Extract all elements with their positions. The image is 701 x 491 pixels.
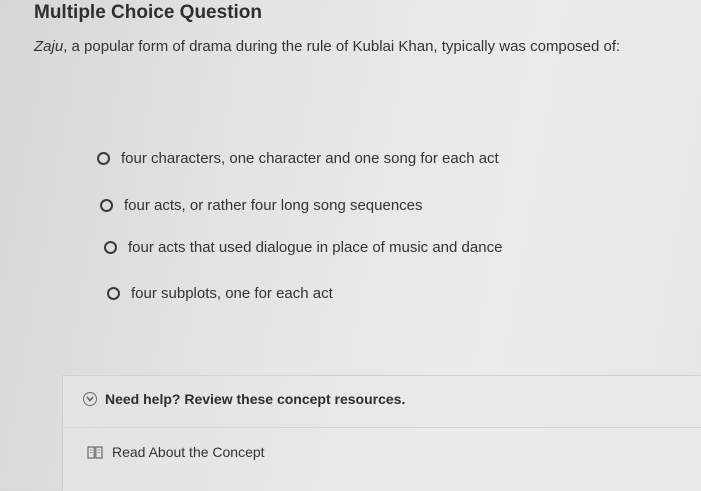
answer-option-1[interactable]: four characters, one character and one s… [97, 150, 499, 167]
radio-button[interactable] [100, 199, 113, 212]
answer-options: four characters, one character and one s… [0, 0, 701, 320]
radio-button[interactable] [97, 152, 110, 165]
radio-button[interactable] [104, 241, 117, 254]
divider [63, 427, 701, 428]
answer-option-4[interactable]: four subplots, one for each act [107, 285, 333, 302]
answer-option-label: four acts that used dialogue in place of… [128, 239, 503, 256]
answer-option-2[interactable]: four acts, or rather four long song sequ… [100, 197, 423, 214]
resource-label: Read About the Concept [112, 444, 265, 460]
help-title: Need help? Review these concept resource… [105, 391, 406, 407]
answer-option-label: four acts, or rather four long song sequ… [124, 197, 423, 214]
help-panel: Need help? Review these concept resource… [62, 375, 701, 491]
read-concept-link[interactable]: Read About the Concept [87, 444, 265, 460]
chevron-down-icon [83, 392, 97, 406]
answer-option-label: four subplots, one for each act [131, 285, 333, 302]
answer-option-3[interactable]: four acts that used dialogue in place of… [104, 239, 502, 256]
help-toggle[interactable]: Need help? Review these concept resource… [83, 391, 405, 407]
radio-button[interactable] [107, 287, 120, 300]
book-icon [87, 445, 103, 459]
answer-option-label: four characters, one character and one s… [121, 150, 499, 167]
